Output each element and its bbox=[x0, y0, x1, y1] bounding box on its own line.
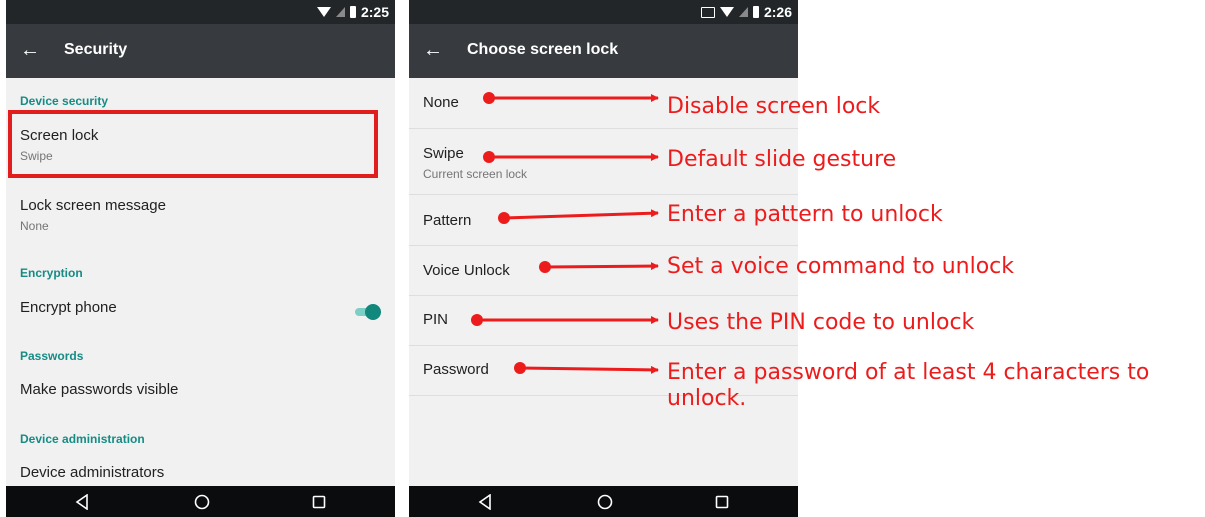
annotation-swipe: Default slide gesture bbox=[667, 147, 897, 172]
arrow-none bbox=[483, 92, 659, 104]
arrow-swipe bbox=[483, 151, 659, 163]
annotation-password-line1: Enter a password of at least 4 character… bbox=[667, 360, 1150, 385]
annotation-pattern: Enter a pattern to unlock bbox=[667, 202, 943, 227]
annotation-pin: Uses the PIN code to unlock bbox=[667, 310, 975, 335]
annotation-voice-unlock: Set a voice command to unlock bbox=[667, 254, 1014, 279]
annotation-none: Disable screen lock bbox=[667, 94, 881, 119]
arrow-voice-unlock bbox=[539, 261, 659, 273]
arrow-password bbox=[514, 362, 659, 374]
annotation-arrows bbox=[471, 92, 659, 374]
annotation-password-line2: unlock. bbox=[667, 386, 747, 411]
arrow-pattern bbox=[498, 209, 659, 224]
arrow-pin bbox=[471, 314, 659, 326]
